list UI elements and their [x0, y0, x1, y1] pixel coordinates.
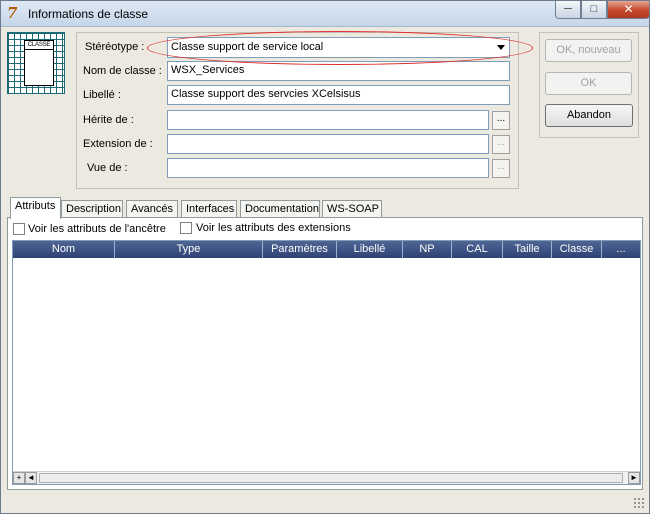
abandon-button[interactable]: Abandon — [545, 104, 633, 127]
column-header-cal[interactable]: CAL — [452, 241, 503, 258]
column-header-taille[interactable]: Taille — [503, 241, 552, 258]
window-title: Informations de classe — [28, 7, 149, 21]
tab-interfaces[interactable]: Interfaces — [181, 200, 237, 218]
column-header-type[interactable]: Type — [115, 241, 263, 258]
column-header-libelle[interactable]: Libellé — [337, 241, 403, 258]
tab-ws-soap[interactable]: WS-SOAP — [322, 200, 382, 218]
app-icon: 7 — [7, 4, 18, 22]
column-header-np[interactable]: NP — [403, 241, 452, 258]
stereotype-value: Classe support de service local — [171, 41, 324, 53]
tab-description[interactable]: Description — [61, 200, 123, 218]
column-header-classe[interactable]: Classe — [552, 241, 602, 258]
tab-avances[interactable]: Avancés — [126, 200, 178, 218]
attributes-table[interactable]: Nom Type Paramètres Libellé NP CAL Taill… — [12, 240, 641, 485]
resize-grip-icon[interactable] — [633, 497, 645, 509]
dialog-window: 7 Informations de classe ─ □ ✕ CLASSE St… — [0, 0, 650, 514]
horizontal-scrollbar[interactable]: + ◄ ► — [13, 471, 640, 484]
column-header-more[interactable]: ... — [602, 241, 640, 258]
herite-de-label: Hérite de : — [83, 114, 134, 126]
stereotype-select[interactable]: Classe support de service local — [167, 37, 510, 58]
tab-attributs[interactable]: Attributs — [10, 197, 61, 219]
close-button[interactable]: ✕ — [607, 1, 650, 19]
vue-de-browse-button[interactable]: ... — [492, 159, 510, 178]
extension-attributes-checkbox[interactable] — [180, 222, 192, 234]
extension-de-input[interactable] — [167, 134, 489, 154]
class-name-label: Nom de classe : — [83, 65, 162, 77]
class-document-icon: CLASSE — [24, 40, 54, 86]
ancestor-attributes-label: Voir les attributs de l'ancêtre — [28, 223, 166, 235]
vue-de-input[interactable] — [167, 158, 489, 178]
maximize-button[interactable]: □ — [581, 1, 607, 19]
dropdown-arrow-icon[interactable] — [497, 45, 505, 50]
ok-button[interactable]: OK — [545, 72, 632, 95]
tab-documentation[interactable]: Documentation — [240, 200, 320, 218]
scroll-left-arrow-icon[interactable]: ◄ — [25, 472, 37, 484]
extension-attributes-label: Voir les attributs des extensions — [196, 222, 351, 234]
libelle-label: Libellé : — [83, 89, 121, 101]
herite-de-input[interactable] — [167, 110, 489, 130]
class-name-input[interactable]: WSX_Services — [167, 61, 510, 81]
class-type-icon: CLASSE — [7, 32, 65, 94]
vue-de-label: Vue de : — [87, 162, 128, 174]
scroll-right-arrow-icon[interactable]: ► — [628, 472, 640, 484]
column-header-nom[interactable]: Nom — [13, 241, 115, 258]
extension-de-browse-button[interactable]: ... — [492, 135, 510, 154]
expand-plus-icon[interactable]: + — [13, 472, 25, 484]
libelle-input[interactable]: Classe support des servcies XCelsisus — [167, 85, 510, 105]
column-header-parametres[interactable]: Paramètres — [263, 241, 337, 258]
scroll-thumb[interactable] — [39, 473, 623, 483]
class-icon-label: CLASSE — [25, 41, 53, 50]
extension-de-label: Extension de : — [83, 138, 153, 150]
stereotype-label: Stéréotype : — [85, 41, 145, 53]
minimize-button[interactable]: ─ — [555, 1, 581, 19]
ok-nouveau-button[interactable]: OK, nouveau — [545, 39, 632, 62]
title-bar[interactable]: 7 Informations de classe ─ □ ✕ — [1, 1, 650, 27]
herite-de-browse-button[interactable]: ... — [492, 111, 510, 130]
table-header: Nom Type Paramètres Libellé NP CAL Taill… — [13, 241, 640, 258]
ancestor-attributes-checkbox[interactable] — [13, 223, 25, 235]
